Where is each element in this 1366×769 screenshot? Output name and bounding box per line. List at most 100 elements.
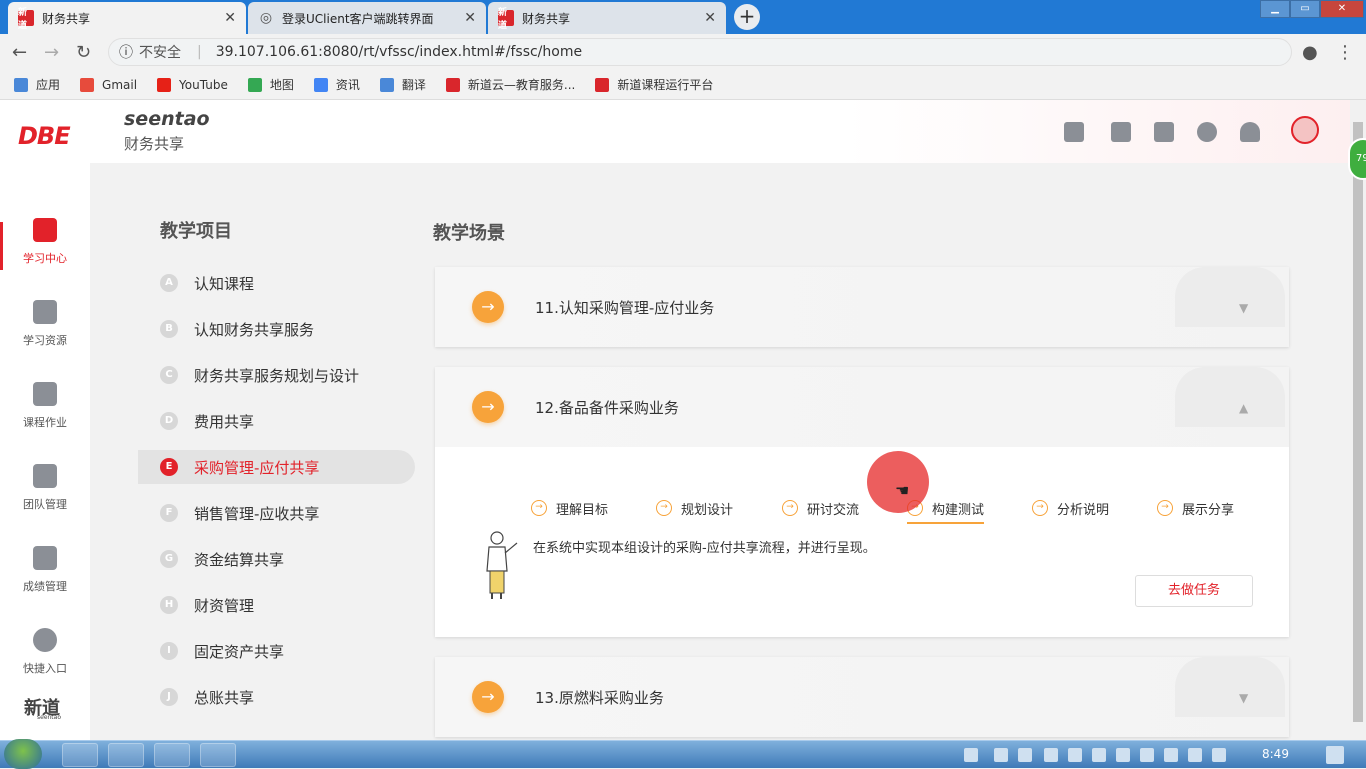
project-item[interactable]: I 固定资产共享 xyxy=(138,634,415,668)
maximize-button[interactable]: ▭ xyxy=(1290,0,1320,18)
close-window-button[interactable]: ✕ xyxy=(1320,0,1364,18)
step-share[interactable]: → 展示分享 xyxy=(1157,498,1234,518)
url-field[interactable]: ⓘ 不安全 | 39.107.106.61:8080/rt/vfssc/inde… xyxy=(108,38,1292,66)
tray-icon[interactable] xyxy=(1140,748,1154,762)
clock[interactable]: 8:49 xyxy=(1262,747,1289,761)
help-icon[interactable] xyxy=(1197,122,1217,142)
go-do-task-button[interactable]: 去做任务 xyxy=(1135,575,1253,607)
nav-team-management[interactable]: 团队管理 xyxy=(0,464,90,544)
tab-title: 财务共享 xyxy=(522,11,571,26)
forward-icon[interactable]: → xyxy=(44,42,59,63)
app-taskbar-icon[interactable] xyxy=(154,743,190,767)
bookmark-maps[interactable]: 地图 xyxy=(247,76,294,93)
network-icon[interactable] xyxy=(1212,748,1226,762)
close-tab-icon[interactable]: ✕ xyxy=(224,10,236,26)
step-plan-design[interactable]: → 规划设计 xyxy=(656,498,733,518)
scene-card-header[interactable]: → 12.备品备件采购业务 ▲ xyxy=(435,367,1289,447)
step-arrow-icon: → xyxy=(1032,500,1048,516)
menu-icon[interactable]: ⋮ xyxy=(1336,42,1354,63)
tab-uclient-login[interactable]: ◎ 登录UClient客户端跳转界面 ✕ xyxy=(248,2,486,34)
project-letter-badge: F xyxy=(160,504,178,522)
keyboard-icon[interactable] xyxy=(964,748,978,762)
nav-learning-resources[interactable]: 学习资源 xyxy=(0,300,90,380)
step-label: 规划设计 xyxy=(681,502,734,518)
project-item[interactable]: J 总账共享 xyxy=(138,680,415,714)
bookmark-translate[interactable]: 翻译 xyxy=(379,76,426,93)
chevron-down-icon[interactable]: ▼ xyxy=(1239,691,1248,705)
project-item[interactable]: H 财资管理 xyxy=(138,588,415,622)
bookmark-youtube[interactable]: YouTube xyxy=(157,77,228,92)
notification-icon[interactable] xyxy=(1326,746,1344,764)
eraser-icon[interactable] xyxy=(1064,122,1084,142)
document-icon[interactable] xyxy=(1154,122,1174,142)
brand-name-cn: 财务共享 xyxy=(124,135,185,153)
project-letter-badge: B xyxy=(160,320,178,338)
close-tab-icon[interactable]: ✕ xyxy=(464,10,476,26)
chevron-down-icon[interactable]: ▼ xyxy=(1239,301,1248,315)
app-taskbar-icon[interactable] xyxy=(108,743,144,767)
tray-icon[interactable] xyxy=(1068,748,1082,762)
globe-icon: ◎ xyxy=(259,10,273,26)
app-taskbar-icon[interactable] xyxy=(200,743,236,767)
project-item[interactable]: F 销售管理-应收共享 xyxy=(138,496,415,530)
scene-card-header[interactable]: → 13.原燃料采购业务 ▼ xyxy=(435,657,1289,737)
bluetooth-icon[interactable] xyxy=(1188,748,1202,762)
bookmark-label: 翻译 xyxy=(401,78,426,92)
tray-icon[interactable] xyxy=(1116,748,1130,762)
bookmark-label: 地图 xyxy=(269,78,294,92)
back-icon[interactable]: ← xyxy=(12,42,27,63)
floating-badge[interactable]: 79 xyxy=(1348,138,1366,180)
project-item[interactable]: A 认知课程 xyxy=(138,266,415,300)
account-icon[interactable]: ● xyxy=(1302,42,1318,63)
bookmark-xindaoyun[interactable]: 新道云—教育服务... xyxy=(445,76,575,93)
tab-caiwu-gongxiang-1[interactable]: 新道 财务共享 ✕ xyxy=(8,2,246,34)
nav-label: 学习中心 xyxy=(23,252,67,265)
nav-course-homework[interactable]: 课程作业 xyxy=(0,382,90,462)
bookmark-news[interactable]: 资讯 xyxy=(313,76,360,93)
tray-icon[interactable] xyxy=(1092,748,1106,762)
chevron-up-icon[interactable]: ▲ xyxy=(1239,401,1248,415)
side-navigation: DBE 学习中心 学习资源 课程作业 团队管理 成绩管理 快捷入口 新道 see… xyxy=(0,100,90,740)
nav-label: 团队管理 xyxy=(23,498,67,511)
step-understand-goal[interactable]: → 理解目标 xyxy=(531,498,608,518)
tab-caiwu-gongxiang-2[interactable]: 新道 财务共享 ✕ xyxy=(488,2,726,34)
volume-icon[interactable] xyxy=(1164,748,1178,762)
info-icon[interactable]: ⓘ xyxy=(119,42,133,62)
scrollbar-thumb[interactable] xyxy=(1353,122,1363,722)
nav-score-management[interactable]: 成绩管理 xyxy=(0,546,90,626)
new-tab-button[interactable]: + xyxy=(734,4,760,30)
avatar[interactable] xyxy=(1291,116,1319,144)
project-item-active[interactable]: E 采购管理-应付共享 xyxy=(138,450,415,484)
chrome-taskbar-icon[interactable] xyxy=(62,743,98,767)
step-label: 构建测试 xyxy=(932,502,985,518)
gmail-icon xyxy=(80,77,95,92)
tray-icon[interactable] xyxy=(1018,748,1032,762)
nav-learning-center[interactable]: 学习中心 xyxy=(0,218,90,298)
scene-card-11[interactable]: → 11.认知采购管理-应付业务 ▼ xyxy=(435,267,1289,347)
bookmark-gmail[interactable]: Gmail xyxy=(80,77,137,92)
arrow-right-icon: → xyxy=(472,391,504,423)
bookmark-apps[interactable]: 应用 xyxy=(14,76,60,93)
start-button[interactable] xyxy=(4,739,42,769)
project-item[interactable]: G 资金结算共享 xyxy=(138,542,415,576)
project-item[interactable]: B 认知财务共享服务 xyxy=(138,312,415,346)
reload-icon[interactable]: ↻ xyxy=(76,42,91,63)
close-tab-icon[interactable]: ✕ xyxy=(704,10,716,26)
main-content: 教学项目 A 认知课程 B 认知财务共享服务 C 财务共享服务规划与设计 D 费用共享 … xyxy=(90,163,1350,740)
project-item[interactable]: C 财务共享服务规划与设计 xyxy=(138,358,415,392)
minimize-button[interactable]: ▁ xyxy=(1260,0,1290,18)
scene-card-13[interactable]: → 13.原燃料采购业务 ▼ xyxy=(435,657,1289,737)
vertical-scrollbar[interactable] xyxy=(1350,100,1366,740)
project-item[interactable]: D 费用共享 xyxy=(138,404,415,438)
bell-icon[interactable] xyxy=(1240,122,1260,142)
bookmark-course-platform[interactable]: 新道课程运行平台 xyxy=(595,76,713,93)
translate-icon xyxy=(379,77,394,92)
step-discussion[interactable]: → 研讨交流 xyxy=(782,498,859,518)
calendar-icon[interactable] xyxy=(1111,122,1131,142)
scene-title: 13.原燃料采购业务 xyxy=(535,689,664,707)
tray-icon[interactable] xyxy=(994,748,1008,762)
project-label: 费用共享 xyxy=(194,412,255,431)
scene-card-header[interactable]: → 11.认知采购管理-应付业务 ▼ xyxy=(435,267,1289,347)
tray-icon[interactable] xyxy=(1044,748,1058,762)
step-analysis[interactable]: → 分析说明 xyxy=(1032,498,1109,518)
